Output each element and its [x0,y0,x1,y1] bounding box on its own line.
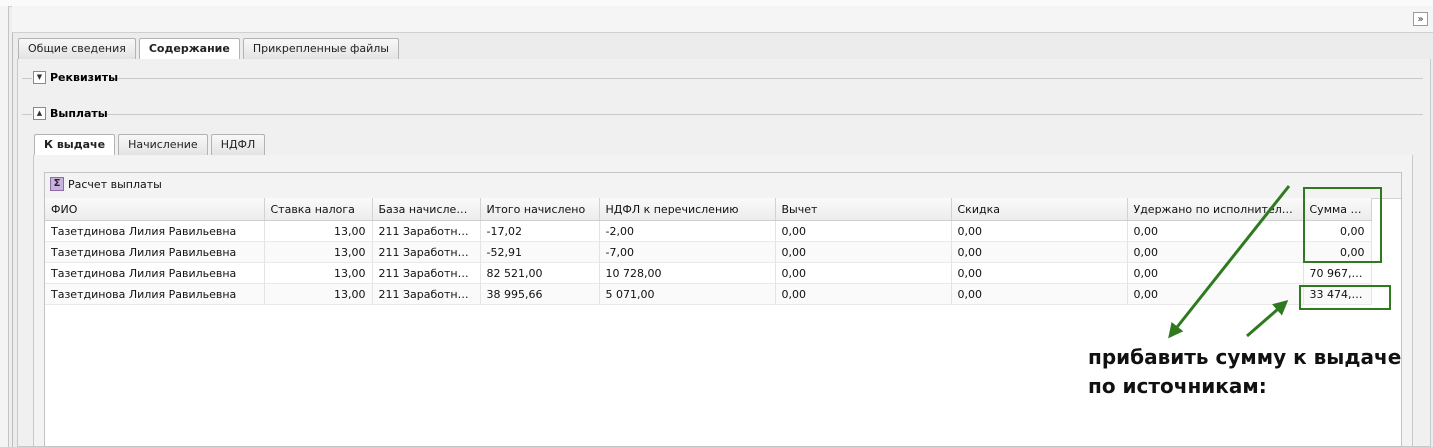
annotation-line-1: прибавить сумму к выдаче [1088,345,1402,369]
arrow-to-total [1246,300,1289,338]
annotation-note: прибавить сумму к выдаче по источникам: [1088,343,1401,401]
annotation-line-2: по источникам: [1088,374,1267,398]
